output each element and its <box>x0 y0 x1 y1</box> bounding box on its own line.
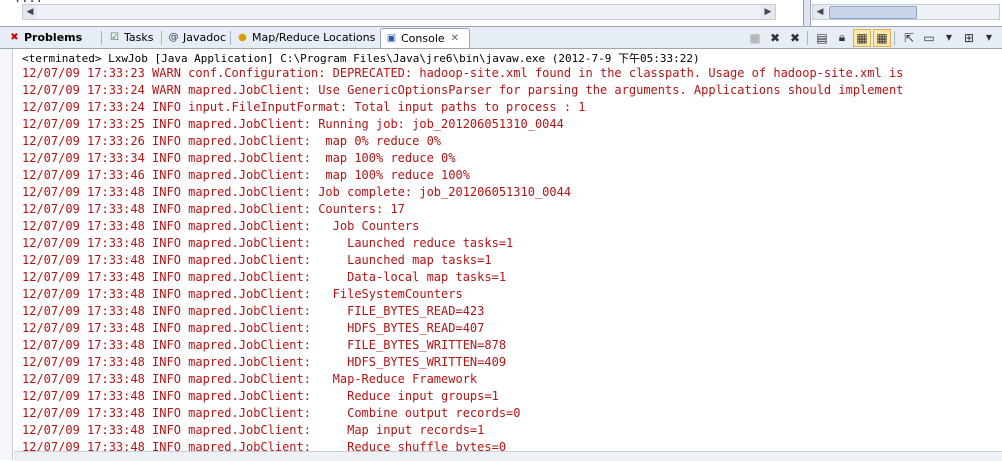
editor-strip: .... ◀ ▶ ◀ <box>0 0 1002 27</box>
tab-separator <box>161 31 162 45</box>
javadoc-icon: @ <box>168 32 179 43</box>
open-console-icon[interactable]: ⊞ <box>960 29 978 47</box>
view-tab-bar: ✖ Problems ☑ Tasks @ Javadoc ● Map/Reduc… <box>0 27 1002 49</box>
log-line: 12/07/09 17:33:48 INFO mapred.JobClient:… <box>22 355 507 369</box>
scroll-thumb[interactable] <box>829 6 917 19</box>
problems-icon: ✖ <box>10 32 19 43</box>
tab-label: Tasks <box>124 31 154 44</box>
log-line: 12/07/09 17:33:48 INFO mapred.JobClient:… <box>22 270 507 284</box>
log-line: 12/07/09 17:33:48 INFO mapred.JobClient:… <box>22 321 485 335</box>
log-line: 12/07/09 17:33:24 WARN mapred.JobClient:… <box>22 83 904 97</box>
console-vertical-scrollbar[interactable] <box>0 49 13 460</box>
log-line: 12/07/09 17:33:34 INFO mapred.JobClient:… <box>22 151 456 165</box>
log-line: 12/07/09 17:33:48 INFO mapred.JobClient:… <box>22 372 478 386</box>
log-line: 12/07/09 17:33:48 INFO mapred.JobClient:… <box>22 406 521 420</box>
log-line: 12/07/09 17:33:25 INFO mapred.JobClient:… <box>22 117 564 131</box>
tab-label: Console <box>401 32 445 45</box>
log-line: 12/07/09 17:33:23 WARN conf.Configuratio… <box>22 66 904 80</box>
clear-console-icon[interactable]: ▤ <box>813 29 831 47</box>
console-icon: ▣ <box>386 33 397 44</box>
log-line: 12/07/09 17:33:48 INFO mapred.JobClient:… <box>22 338 507 352</box>
log-line: 12/07/09 17:33:48 INFO mapred.JobClient:… <box>22 253 492 267</box>
log-line: 12/07/09 17:33:48 INFO mapred.JobClient:… <box>22 236 514 250</box>
show-on-stdout-icon[interactable]: ▦ <box>853 28 871 47</box>
tab-problems[interactable]: ✖ Problems <box>4 28 100 47</box>
scroll-left-arrow-icon[interactable]: ◀ <box>813 5 827 19</box>
tab-separator <box>101 31 102 45</box>
tab-label: Javadoc <box>183 31 226 44</box>
scroll-lock-icon[interactable]: 🔒︎ <box>833 29 851 47</box>
console-log-lines: 12/07/09 17:33:23 WARN conf.Configuratio… <box>22 65 903 456</box>
log-line: 12/07/09 17:33:48 INFO mapred.JobClient:… <box>22 423 485 437</box>
scroll-left-arrow-icon[interactable]: ◀ <box>23 5 37 19</box>
remove-all-terminated-icon[interactable]: ✖ <box>786 29 804 47</box>
console-output-pane[interactable]: <terminated> LxwJob [Java Application] C… <box>0 49 1002 461</box>
log-line: 12/07/09 17:33:26 INFO mapred.JobClient:… <box>22 134 442 148</box>
close-icon[interactable]: ✕ <box>451 33 459 44</box>
toolbar-separator <box>894 30 895 45</box>
mapreduce-elephant-icon: ● <box>238 32 247 43</box>
display-selected-console-icon[interactable]: ▭ <box>920 29 938 47</box>
side-horizontal-scrollbar[interactable]: ◀ <box>812 4 1000 20</box>
log-line: 12/07/09 17:33:48 INFO mapred.JobClient:… <box>22 304 485 318</box>
tab-separator <box>230 31 231 45</box>
log-line: 12/07/09 17:33:24 INFO input.FileInputFo… <box>22 100 586 114</box>
log-line: 12/07/09 17:33:46 INFO mapred.JobClient:… <box>22 168 470 182</box>
log-line: 12/07/09 17:33:48 INFO mapred.JobClient:… <box>22 185 572 199</box>
log-line: 12/07/09 17:33:48 INFO mapred.JobClient:… <box>22 219 420 233</box>
toolbar-separator <box>807 30 808 45</box>
terminate-icon[interactable]: ■ <box>746 29 764 47</box>
tab-label: Map/Reduce Locations <box>252 31 376 44</box>
log-line: 12/07/09 17:33:48 INFO mapred.JobClient:… <box>22 287 463 301</box>
chevron-down-icon[interactable]: ▼ <box>940 29 958 47</box>
tab-console[interactable]: ▣ Console ✕ <box>380 28 470 48</box>
log-line: 12/07/09 17:33:48 INFO mapred.JobClient:… <box>22 202 405 216</box>
tab-javadoc[interactable]: @ Javadoc <box>163 28 229 47</box>
scroll-right-arrow-icon[interactable]: ▶ <box>761 5 775 19</box>
editor-horizontal-scrollbar[interactable]: ◀ ▶ <box>22 4 776 20</box>
chevron-down-icon[interactable]: ▼ <box>980 29 998 47</box>
log-line: 12/07/09 17:33:48 INFO mapred.JobClient:… <box>22 389 499 403</box>
tasks-icon: ☑ <box>110 32 119 43</box>
console-process-header: <terminated> LxwJob [Java Application] C… <box>22 52 700 65</box>
console-toolbar: ■ ✖ ✖ ▤ 🔒︎ ▦ ▦ ⇱ ▭ ▼ ⊞ ▼ <box>744 28 998 47</box>
pin-console-icon[interactable]: ⇱ <box>900 29 918 47</box>
remove-launch-icon[interactable]: ✖ <box>766 29 784 47</box>
tab-tasks[interactable]: ☑ Tasks <box>104 28 160 47</box>
tab-label: Problems <box>24 31 83 44</box>
tab-mapreduce-locations[interactable]: ● Map/Reduce Locations <box>232 28 378 47</box>
show-on-stderr-icon[interactable]: ▦ <box>873 28 891 47</box>
pane-divider[interactable] <box>803 0 811 26</box>
